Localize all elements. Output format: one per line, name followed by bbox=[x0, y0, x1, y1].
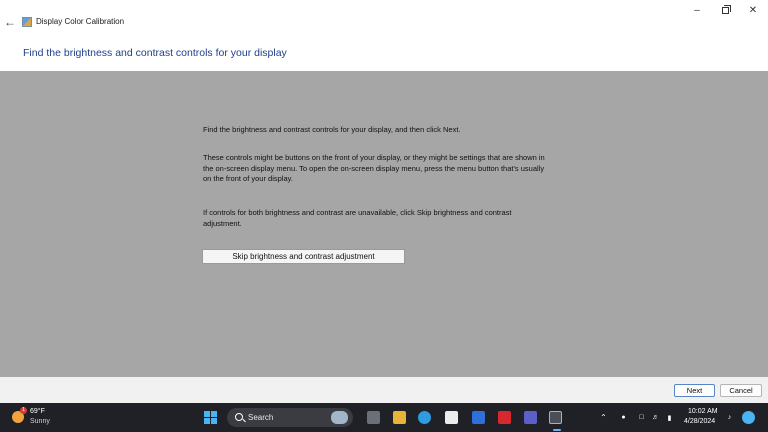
battery-icon[interactable]: ▮ bbox=[663, 411, 676, 424]
next-button[interactable]: Next bbox=[674, 384, 715, 397]
mcafee-icon[interactable] bbox=[498, 411, 511, 424]
copilot-icon[interactable] bbox=[742, 411, 755, 424]
taskbar: 1 69°F Sunny Search ⌃ ● □ ♬ ▮ 10:02 AM 4… bbox=[0, 403, 768, 432]
color-calibration-taskbar-icon[interactable] bbox=[549, 411, 562, 424]
maximize-button[interactable] bbox=[711, 2, 739, 18]
search-icon bbox=[235, 413, 243, 421]
task-view-icon[interactable] bbox=[367, 411, 380, 424]
skip-brightness-contrast-button[interactable]: Skip brightness and contrast adjustment bbox=[202, 249, 405, 264]
notification-bell-icon[interactable]: ♪ bbox=[723, 411, 736, 424]
instruction-paragraph: Find the brightness and contrast control… bbox=[203, 125, 461, 134]
windows-start-icon[interactable] bbox=[204, 411, 217, 424]
wizard-footer: Next Cancel bbox=[0, 377, 768, 403]
clock-time[interactable]: 10:02 AM bbox=[688, 408, 718, 415]
pen-app-icon[interactable] bbox=[472, 411, 485, 424]
restore-icon bbox=[721, 4, 731, 14]
chevron-up-icon[interactable]: ⌃ bbox=[597, 411, 610, 424]
weather-condition[interactable]: Sunny bbox=[30, 418, 50, 425]
skip-paragraph: If controls for both brightness and cont… bbox=[203, 208, 512, 228]
back-arrow-icon[interactable]: ← bbox=[2, 14, 18, 30]
display-icon[interactable]: □ bbox=[635, 411, 648, 424]
weather-temperature[interactable]: 69°F bbox=[30, 408, 45, 415]
window-title: Display Color Calibration bbox=[36, 17, 125, 26]
close-button[interactable]: ✕ bbox=[739, 2, 767, 18]
cancel-button[interactable]: Cancel bbox=[720, 384, 762, 397]
title-bar: ← Display Color Calibration – ✕ bbox=[0, 0, 768, 30]
file-explorer-icon[interactable] bbox=[393, 411, 406, 424]
edge-browser-icon[interactable] bbox=[418, 411, 431, 424]
content-area: Find the brightness and contrast control… bbox=[0, 71, 768, 377]
clock-date[interactable]: 4/28/2024 bbox=[684, 418, 715, 425]
page-title: Find the brightness and contrast control… bbox=[23, 47, 287, 59]
speaker-icon[interactable]: ♬ bbox=[649, 411, 662, 424]
teams-icon[interactable] bbox=[524, 411, 537, 424]
controls-paragraph: These controls might be buttons on the f… bbox=[203, 153, 545, 183]
tray-app-icon[interactable]: ● bbox=[617, 411, 630, 424]
microsoft-store-icon[interactable] bbox=[445, 411, 458, 424]
search-label: Search bbox=[248, 413, 274, 422]
search-highlight-icon bbox=[331, 411, 348, 424]
taskbar-search-box[interactable]: Search bbox=[227, 408, 353, 427]
minimize-button[interactable]: – bbox=[683, 2, 711, 18]
display-calibration-app-icon bbox=[22, 17, 32, 27]
active-app-indicator bbox=[553, 429, 561, 431]
weather-alert-badge: 1 bbox=[20, 407, 27, 414]
